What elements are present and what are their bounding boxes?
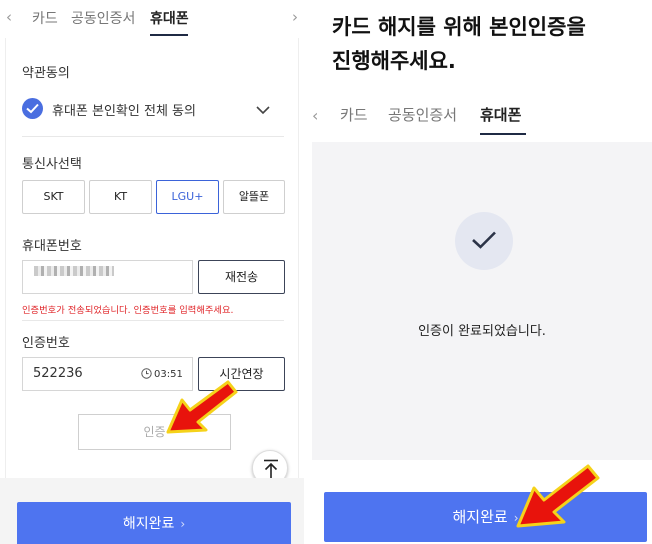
carrier-skt[interactable]: SKT <box>22 180 85 214</box>
cancel-complete-label: 해지완료 <box>122 516 175 532</box>
red-pointer-arrow <box>516 464 600 528</box>
tabs-next-icon[interactable]: › <box>292 8 298 26</box>
clock-icon <box>141 368 152 379</box>
tab-card[interactable]: 카드 <box>340 104 368 125</box>
red-pointer-arrow <box>166 380 238 434</box>
masked-phone-number <box>34 266 114 276</box>
auth-complete-message: 인증이 완료되었습니다. <box>418 324 546 339</box>
tab-active-indicator <box>150 34 188 36</box>
tab-active-indicator <box>480 133 526 135</box>
divider <box>22 136 284 137</box>
check-icon <box>472 231 496 249</box>
divider <box>22 320 284 321</box>
headline-line-2: 진행해주세요. <box>332 49 456 73</box>
carrier-kt[interactable]: KT <box>89 180 152 214</box>
tabs-prev-icon[interactable]: ‹ <box>6 8 12 26</box>
code-sent-message: 인증번호가 전송되었습니다. 인증번호를 입력해주세요. <box>22 305 234 316</box>
carrier-lgu[interactable]: LGU+ <box>156 180 219 214</box>
resend-button[interactable]: 재전송 <box>198 260 285 294</box>
agree-all-label[interactable]: 휴대폰 본인확인 전체 동의 <box>52 100 196 119</box>
tabs-prev-icon[interactable]: ‹ <box>312 106 318 125</box>
complete-check-badge <box>455 212 513 270</box>
tab-certificate[interactable]: 공동인증서 <box>71 8 135 28</box>
scroll-top-icon <box>264 459 278 478</box>
headline-line-1: 카드 해지를 위해 본인인증을 <box>332 15 586 39</box>
carrier-title: 통신사선택 <box>22 157 82 172</box>
chevron-right-icon: › <box>180 517 186 531</box>
cancel-complete-button[interactable]: 해지완료 › <box>17 502 291 544</box>
terms-title: 약관동의 <box>22 66 70 81</box>
code-title: 인증번호 <box>22 336 70 351</box>
agree-check-icon[interactable] <box>22 98 43 119</box>
tab-phone[interactable]: 휴대폰 <box>150 8 189 28</box>
phone-title: 휴대폰번호 <box>22 239 82 254</box>
auth-tabs: ‹ 카드 공동인증서 휴대폰 › <box>0 0 304 38</box>
page-headline: 카드 해지를 위해 본인인증을 진행해주세요. <box>332 10 586 78</box>
tab-phone[interactable]: 휴대폰 <box>480 104 521 125</box>
cancel-complete-label: 해지완료 <box>452 508 508 526</box>
left-panel: ‹ 카드 공동인증서 휴대폰 › 약관동의 휴대폰 본인확인 전체 동의 통신사… <box>0 0 304 544</box>
tab-certificate[interactable]: 공동인증서 <box>388 104 457 125</box>
auth-complete-panel: 인증이 완료되었습니다. <box>312 142 652 460</box>
tab-card[interactable]: 카드 <box>32 8 58 28</box>
carrier-mvno[interactable]: 알뜰폰 <box>223 180 285 214</box>
chevron-down-icon[interactable] <box>256 100 270 119</box>
